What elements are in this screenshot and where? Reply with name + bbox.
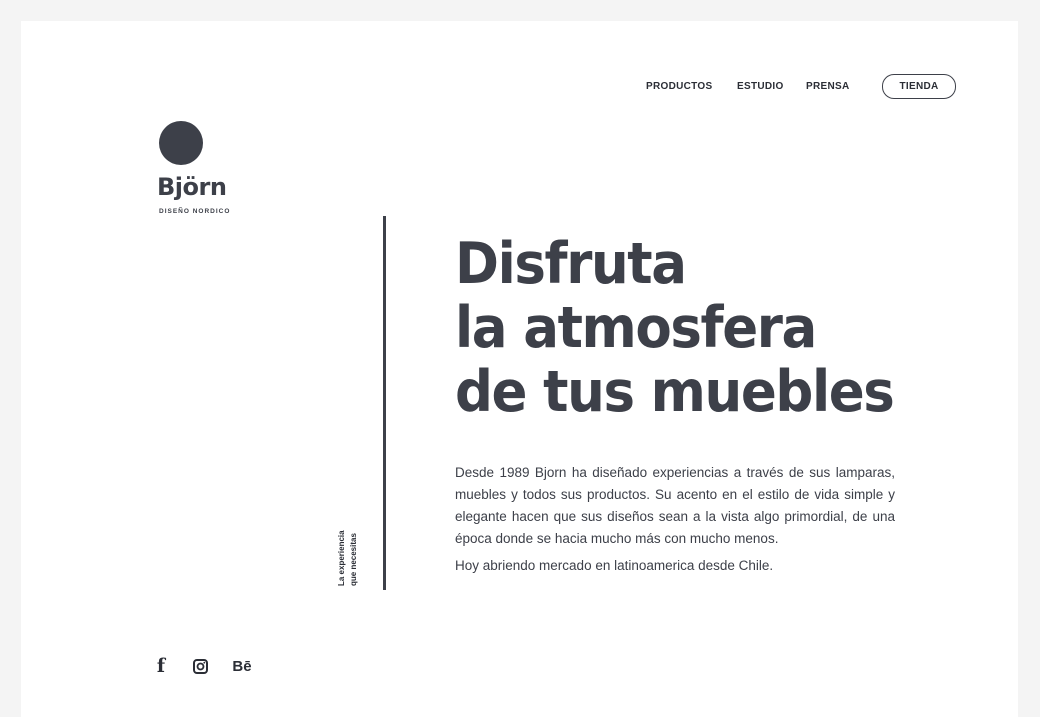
vertical-divider xyxy=(383,216,386,590)
instagram-icon[interactable] xyxy=(192,656,208,676)
nav-productos[interactable]: PRODUCTOS xyxy=(646,81,712,92)
hero-paragraph: Desde 1989 Bjorn ha diseñado experiencia… xyxy=(455,465,895,546)
headline-line1: Disfruta xyxy=(455,231,687,297)
headline-line2: la atmosfera xyxy=(455,295,817,361)
logo-mark[interactable] xyxy=(159,121,203,165)
behance-icon[interactable]: Bē xyxy=(230,656,254,676)
tienda-button[interactable]: TIENDA xyxy=(882,74,956,99)
hero-paragraph-2: Hoy abriendo mercado en latinoamerica de… xyxy=(455,558,774,573)
facebook-icon[interactable]: f xyxy=(155,655,167,677)
brand-tagline: DISEÑO NORDICO xyxy=(159,208,231,215)
brand-name: Björn xyxy=(157,173,227,201)
hero-headline: Disfruta la atmosfera de tus muebles xyxy=(455,231,895,425)
side-caption: La experiencia que necesitas xyxy=(336,530,360,586)
nav-prensa[interactable]: PRENSA xyxy=(806,81,849,92)
side-caption-line1: La experiencia xyxy=(337,530,346,586)
headline-line3: de tus muebles xyxy=(455,359,895,425)
side-caption-line2: que necesitas xyxy=(349,533,358,586)
nav-estudio[interactable]: ESTUDIO xyxy=(737,81,784,92)
